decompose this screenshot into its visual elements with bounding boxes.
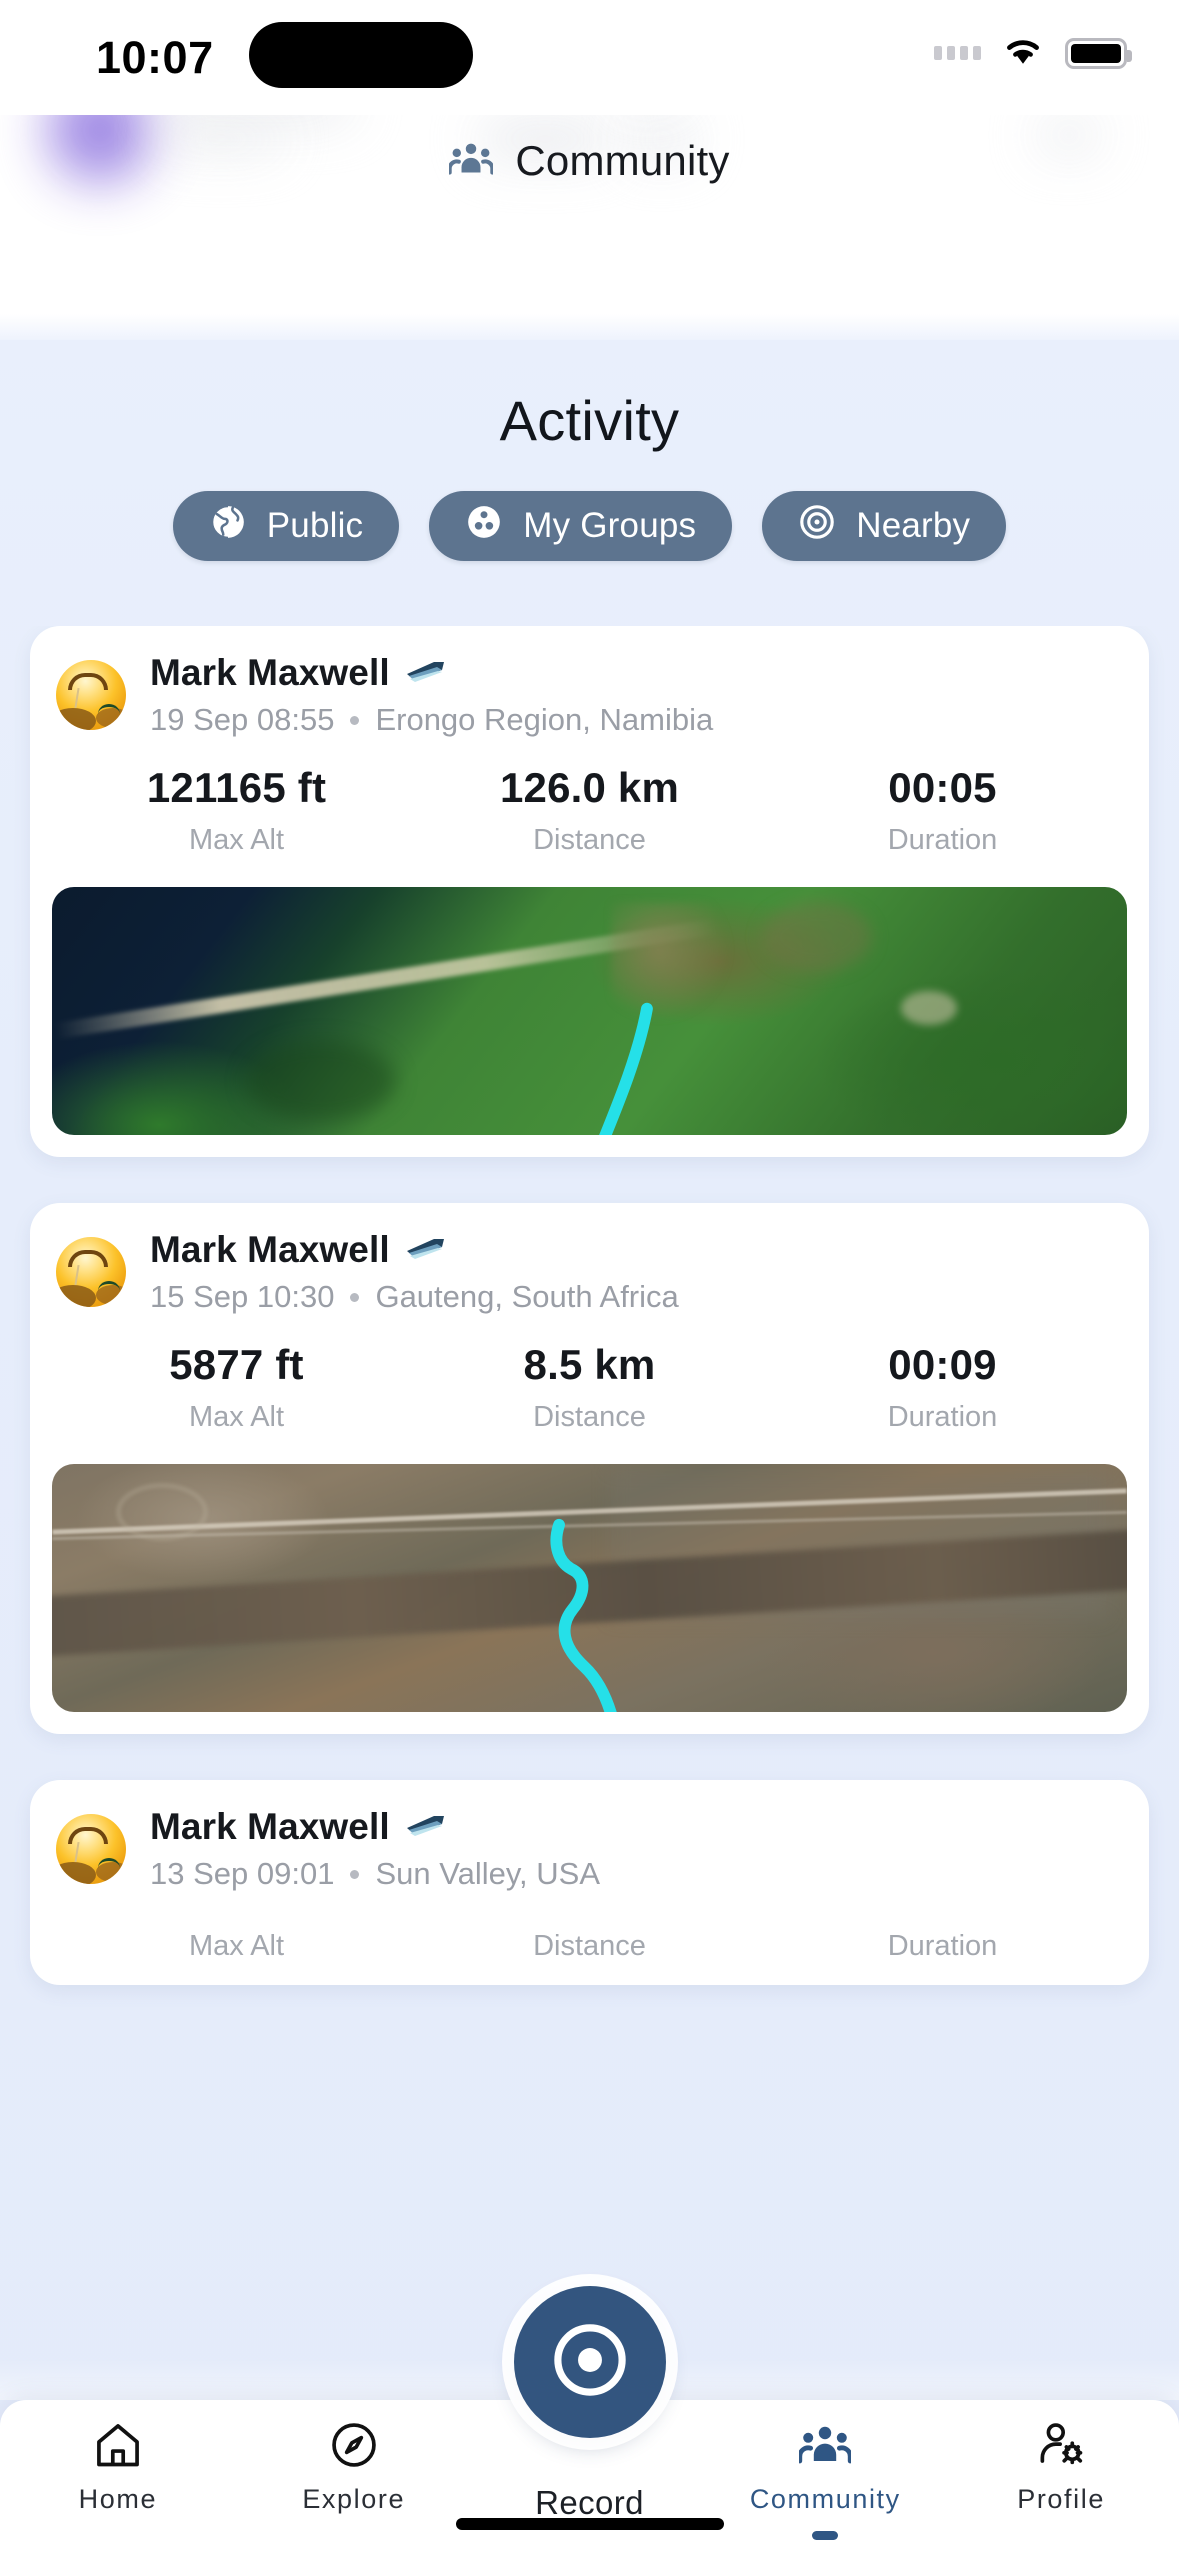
gps-track [599,1002,653,1135]
stat-duration: 00:05 Duration [766,764,1119,857]
stat-distance: Distance [413,1918,766,1963]
nav-label: Record [535,2484,644,2521]
stat-label: Duration [887,1401,998,1433]
activity-stats: Max Alt Distance Duration [30,1892,1149,1963]
activity-stats: 5877 ft Max Alt 8.5 km Distance 00:09 Du… [30,1315,1149,1434]
separator-dot [350,1292,360,1302]
stat-value: 00:09 [888,1341,997,1388]
at-target-icon [798,503,836,550]
activity-card-header: Mark Maxwell 19 Sep 08:55 Erongo Region,… [30,652,1149,738]
stat-label: Distance [533,1401,646,1433]
stat-distance: 126.0 km Distance [413,764,766,857]
activity-location: Sun Valley, USA [375,1856,601,1891]
filter-chip-row: Public My Groups Nearby [0,491,1179,561]
nav-label: Explore [302,2484,406,2514]
nav-item-profile[interactable]: Profile [943,2418,1179,2515]
paraglider-wing-icon [404,1812,446,1843]
feed-header: Activity Public My Groups Nearby [0,340,1179,561]
paraglider-wing-icon [404,1235,446,1266]
activity-card[interactable]: Mark Maxwell 19 Sep 08:55 Erongo Region,… [30,626,1149,1157]
home-icon [92,2418,144,2472]
activity-username[interactable]: Mark Maxwell [150,1229,390,1271]
stat-label: Max Alt [188,1401,285,1433]
stat-value: 126.0 km [499,764,680,811]
page-title: Activity [499,389,680,452]
activity-meta: 13 Sep 09:01 Sun Valley, USA [150,1856,600,1892]
activity-card[interactable]: Mark Maxwell 13 Sep 09:01 Sun Valley, US… [30,1780,1149,1985]
activity-map-thumbnail[interactable] [52,887,1127,1135]
activity-card[interactable]: Mark Maxwell 15 Sep 10:30 Gauteng, South… [30,1203,1149,1734]
nav-label: Community [749,2484,901,2514]
filter-chip-my-groups[interactable]: My Groups [429,491,733,561]
people-group-icon [799,2418,852,2472]
status-bar-indicators [934,34,1132,72]
filter-chip-label: My Groups [523,506,697,545]
group-icon [465,503,503,550]
wifi-icon [1001,34,1045,72]
header-title: Community [515,137,730,184]
activity-feed[interactable]: Mark Maxwell 19 Sep 08:55 Erongo Region,… [0,626,1179,2396]
activity-location: Gauteng, South Africa [375,1279,679,1314]
nav-item-home[interactable]: Home [0,2418,236,2515]
activity-username[interactable]: Mark Maxwell [150,652,390,694]
activity-card-header: Mark Maxwell 13 Sep 09:01 Sun Valley, US… [30,1806,1149,1892]
home-indicator [455,2518,724,2530]
header-fade [0,314,1179,340]
person-gear-icon [1035,2418,1087,2472]
filter-chip-nearby[interactable]: Nearby [762,491,1007,561]
stat-value: 5877 ft [169,1341,304,1388]
activity-date: 19 Sep 08:55 [150,702,335,737]
stat-label: Distance [533,1930,646,1962]
stat-label: Duration [887,824,998,856]
activity-date: 15 Sep 10:30 [150,1279,335,1314]
stat-label: Max Alt [188,824,285,856]
stat-value: 8.5 km [523,1341,656,1388]
stat-value: 00:05 [888,764,997,811]
nav-label: Profile [1017,2484,1105,2514]
people-group-icon [448,142,495,181]
nav-item-explore[interactable]: Explore [236,2418,472,2515]
filter-chip-label: Nearby [856,506,971,545]
gps-track [550,1518,617,1712]
activity-date: 13 Sep 09:01 [150,1856,335,1891]
stat-max-alt: 121165 ft Max Alt [60,764,413,857]
stat-distance: 8.5 km Distance [413,1341,766,1434]
activity-username[interactable]: Mark Maxwell [150,1806,390,1848]
stat-max-alt: 5877 ft Max Alt [60,1341,413,1434]
header-title-group: Community [0,137,1179,185]
activity-map-thumbnail[interactable] [52,1464,1127,1712]
activity-location: Erongo Region, Namibia [375,702,714,737]
paraglider-wing-icon [404,658,446,689]
activity-meta: 19 Sep 08:55 Erongo Region, Namibia [150,702,713,738]
separator-dot [350,715,360,725]
separator-dot [350,1869,360,1879]
avatar[interactable] [56,1237,126,1307]
globe-icon [209,503,247,550]
activity-card-header: Mark Maxwell 15 Sep 10:30 Gauteng, South… [30,1229,1149,1315]
filter-chip-label: Public [266,506,364,545]
status-bar: 10:07 [0,0,1179,115]
nav-label: Home [78,2484,158,2514]
active-tab-indicator [812,2531,839,2540]
stat-value: 121165 ft [146,764,327,811]
stat-label: Duration [887,1930,998,1962]
activity-stats: 121165 ft Max Alt 126.0 km Distance 00:0… [30,738,1149,857]
record-button[interactable] [513,2286,666,2438]
activity-meta: 15 Sep 10:30 Gauteng, South Africa [150,1279,679,1315]
stat-duration: 00:09 Duration [766,1341,1119,1434]
stat-max-alt: Max Alt [60,1918,413,1963]
avatar[interactable] [56,660,126,730]
stat-label: Distance [533,824,646,856]
avatar[interactable] [56,1814,126,1884]
compass-icon [328,2418,380,2472]
signal-dots-icon [934,46,981,60]
battery-icon [1065,37,1132,69]
stat-duration: Duration [766,1918,1119,1963]
dynamic-island [249,22,473,88]
record-target-icon [549,2319,631,2406]
nav-item-community[interactable]: Community [707,2418,943,2540]
filter-chip-public[interactable]: Public [172,491,400,561]
stat-label: Max Alt [188,1930,285,1962]
status-bar-time: 10:07 [96,32,214,83]
